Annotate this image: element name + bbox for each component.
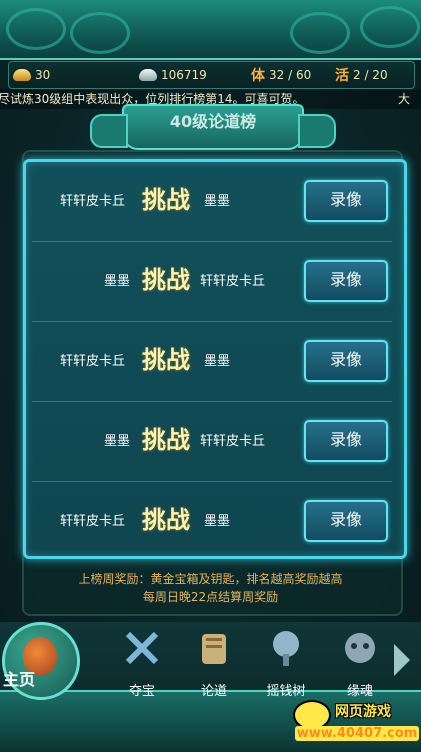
reward-line-2: 每周日晚22点结算周奖励 [142,590,279,604]
soul-mask-icon [345,633,375,663]
silver-resource: 106719 [139,68,207,82]
resource-bar: 30 106719 体 32 / 60 活 2 / 20 [8,61,415,89]
reward-line-1: 上榜周奖励：黄金宝箱及钥匙，排名越高奖励越高 [78,572,343,586]
weekly-reward-info: 上榜周奖励：黄金宝箱及钥匙，排名越高奖励越高 每周日晚22点结算周奖励 [30,570,391,606]
nav-item-fate-soul[interactable]: 缘魂 [330,628,390,699]
challenger-name: 墨墨 [104,434,131,449]
nav-label-debate: 论道 [200,684,227,699]
defender-name: 墨墨 [204,354,231,369]
challenger-name: 墨墨 [104,274,131,289]
silver-ingot-icon [139,69,157,81]
watermark-title: 网页游戏 [335,704,391,720]
silver-amount: 106719 [161,68,207,82]
watermark-url: www.40407.com [295,726,419,741]
challenge-label: 挑战 [142,426,190,454]
defender-name: 轩轩皮卡丘 [200,434,266,449]
challenge-label: 挑战 [142,346,190,374]
nav-label-money-tree: 摇钱树 [266,684,306,699]
challenge-label: 挑战 [142,506,190,534]
nav-item-treasure[interactable]: 夺宝 [112,628,172,699]
tree-icon [273,631,299,666]
match-row: 轩轩皮卡丘 挑战 墨墨 录像 [32,162,392,242]
match-row: 墨墨 挑战 轩轩皮卡丘 录像 [32,242,392,322]
marquee-tail: 大 [398,92,411,106]
replay-button[interactable]: 录像 [304,180,388,222]
activity-resource: 活 2 / 20 [335,65,388,85]
gold-resource: 30 [13,68,50,82]
match-row: 墨墨 挑战 轩轩皮卡丘 录像 [32,402,392,482]
replay-button[interactable]: 录像 [304,500,388,542]
stamina-amount: 32 / 60 [269,68,312,82]
nav-label-fate-soul: 缘魂 [346,684,373,699]
next-page-arrow-icon[interactable] [394,644,410,676]
activity-label: 活 [335,68,349,84]
challenger-name: 轩轩皮卡丘 [60,194,126,209]
challenge-label: 挑战 [142,186,190,214]
replay-dialog: 轩轩皮卡丘 挑战 墨墨 录像 墨墨 挑战 轩轩皮卡丘 录像 轩轩皮卡丘 挑战 墨… [23,159,407,559]
activity-amount: 2 / 20 [353,68,388,82]
home-label[interactable]: 主页 [3,666,35,690]
site-watermark: 网页游戏 www.40407.com [293,700,421,750]
top-ornament [0,0,421,60]
stamina-label: 体 [251,68,265,84]
defender-name: 轩轩皮卡丘 [200,274,266,289]
replay-button[interactable]: 录像 [304,420,388,462]
crossed-swords-icon [125,631,159,665]
nav-item-money-tree[interactable]: 摇钱树 [256,628,316,699]
gold-ingot-icon [13,69,31,81]
gold-amount: 30 [35,68,51,82]
match-row: 轩轩皮卡丘 挑战 墨墨 录像 [32,482,392,562]
nav-label-treasure: 夺宝 [128,684,155,699]
nav-item-debate[interactable]: 论道 [184,628,244,699]
defender-name: 墨墨 [204,514,231,529]
match-row: 轩轩皮卡丘 挑战 墨墨 录像 [32,322,392,402]
scroll-icon [202,634,226,664]
stamina-resource: 体 32 / 60 [251,65,311,85]
replay-button[interactable]: 录像 [304,340,388,382]
challenger-name: 轩轩皮卡丘 [60,354,126,369]
rank-title-banner: 40级论道榜 [90,104,336,150]
challenge-label: 挑战 [142,266,190,294]
defender-name: 墨墨 [204,194,231,209]
replay-button[interactable]: 录像 [304,260,388,302]
challenger-name: 轩轩皮卡丘 [60,514,126,529]
